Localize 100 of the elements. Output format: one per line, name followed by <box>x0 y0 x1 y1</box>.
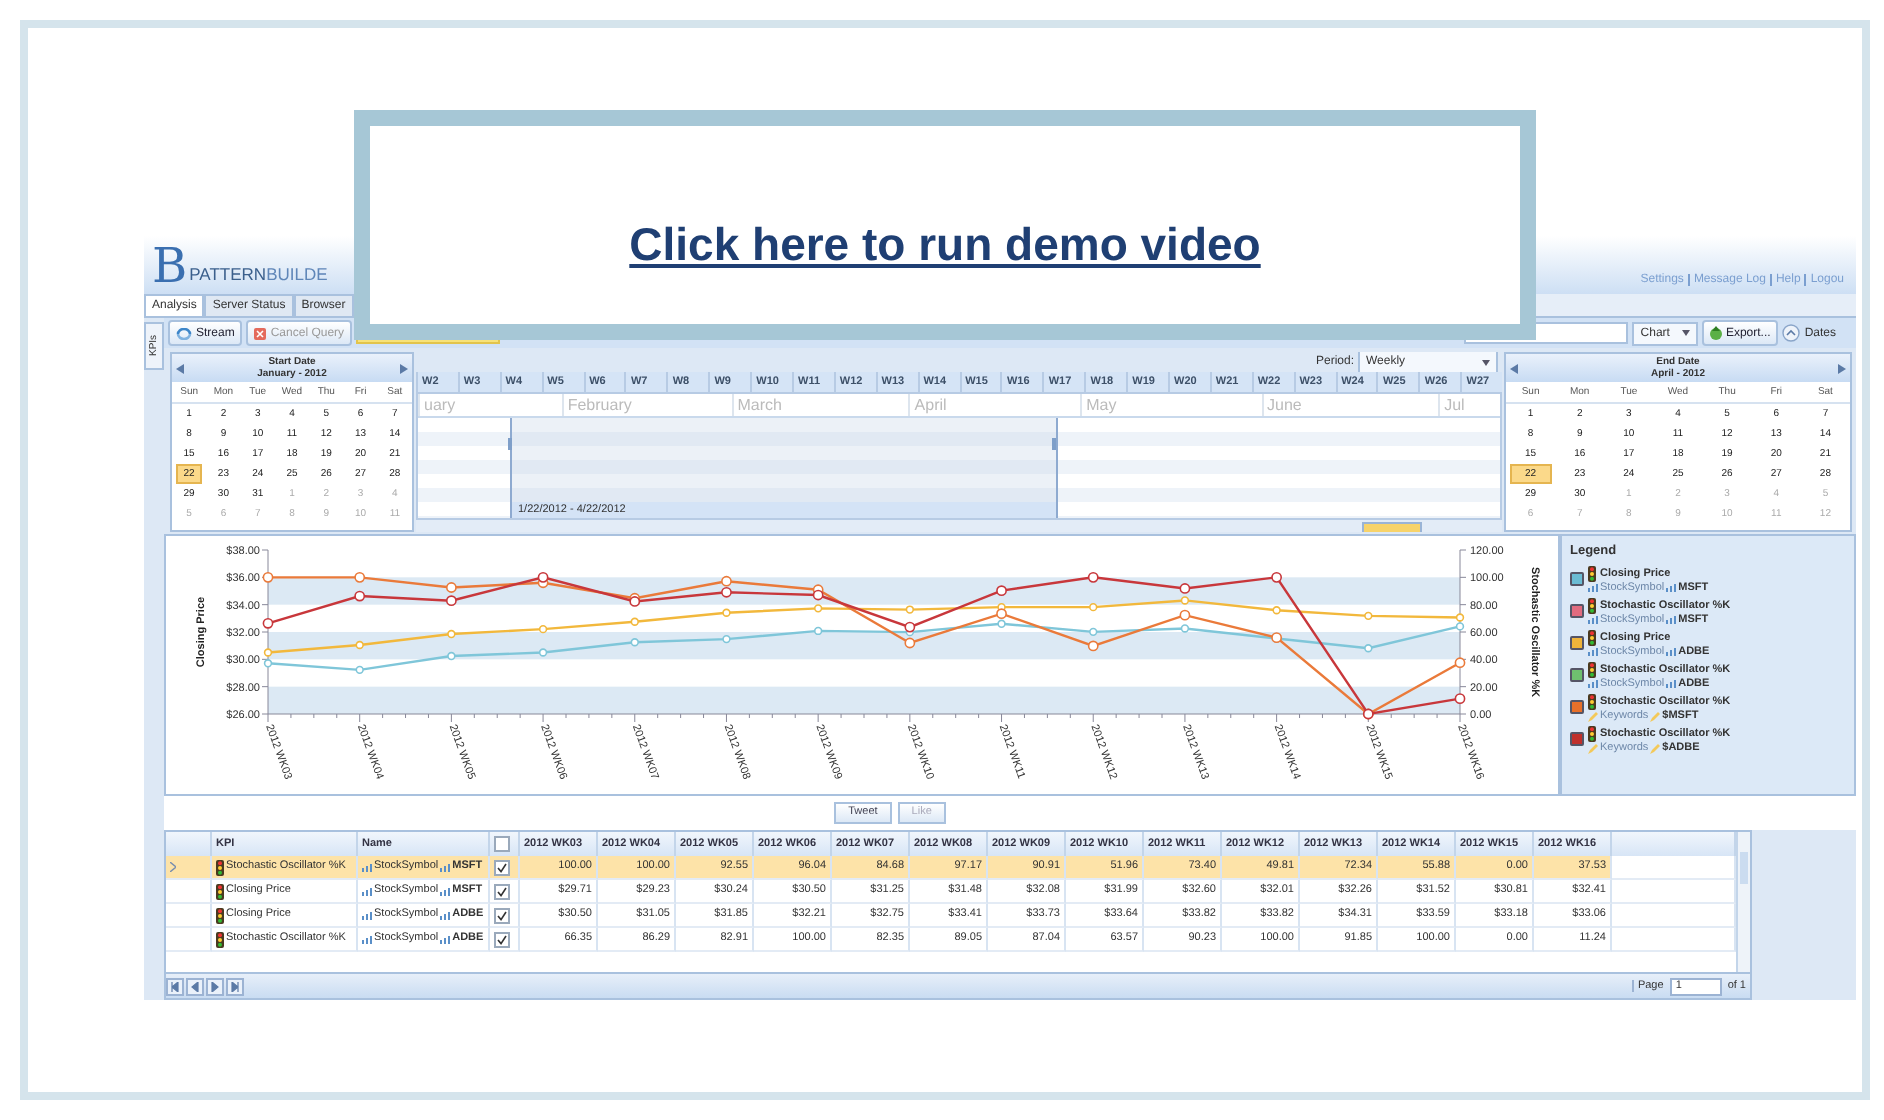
price-point <box>1180 624 1190 633</box>
last-page-icon <box>230 981 240 991</box>
range-handle[interactable] <box>1052 438 1056 450</box>
traffic-light-icon <box>216 859 224 875</box>
collapse-icon <box>1782 324 1801 342</box>
oscillator-point <box>1179 609 1191 621</box>
first-page-icon <box>170 981 180 991</box>
price-point <box>1272 606 1281 615</box>
bar-chart-icon <box>440 911 451 919</box>
price-point <box>630 617 639 626</box>
bar-chart-icon <box>362 911 372 919</box>
month-label: May <box>1080 394 1262 416</box>
price-point <box>447 651 456 661</box>
bar-chart-icon <box>1666 616 1677 624</box>
oscillator-point <box>996 585 1007 597</box>
bar-chart-icon <box>362 935 372 943</box>
previous-month-icon[interactable] <box>176 363 184 373</box>
month-label: April <box>908 394 1081 416</box>
price-point <box>538 624 548 634</box>
price-point <box>1364 644 1373 653</box>
bar-chart-icon <box>440 863 451 871</box>
oscillator-point <box>1087 640 1099 652</box>
price-point <box>722 608 731 617</box>
traffic-light-icon <box>1588 566 1596 582</box>
traffic-light-icon <box>1588 630 1596 646</box>
pencil-icon <box>1588 743 1598 753</box>
pencil-icon <box>1650 743 1661 753</box>
traffic-light-icon <box>1588 662 1596 678</box>
checkbox[interactable] <box>494 859 510 875</box>
scrollbar-thumb[interactable] <box>1362 522 1422 532</box>
checkbox[interactable] <box>494 931 510 947</box>
month-label: March <box>731 394 909 416</box>
price-point <box>1364 611 1373 621</box>
pencil-icon <box>1588 711 1598 721</box>
traffic-light-icon <box>216 931 224 947</box>
price-point <box>355 640 364 650</box>
next-month-icon[interactable] <box>400 363 408 373</box>
bar-chart-icon <box>440 935 451 943</box>
row-pointer-icon <box>170 862 176 872</box>
checkbox[interactable] <box>494 836 510 852</box>
price-point <box>997 619 1006 628</box>
pager-button[interactable] <box>226 977 244 995</box>
range-handle[interactable] <box>508 438 512 450</box>
scrollbar[interactable] <box>1736 832 1750 972</box>
bar-chart-icon <box>1666 584 1677 592</box>
price-point <box>630 638 639 647</box>
pager-button[interactable] <box>166 977 184 995</box>
month-label: February <box>561 394 732 416</box>
next-page-icon <box>210 981 220 991</box>
checkbox[interactable] <box>494 883 510 899</box>
price-point <box>905 605 915 614</box>
bar-chart-icon <box>362 887 372 895</box>
traffic-light-icon <box>216 883 224 899</box>
close-icon <box>254 327 267 339</box>
oscillator-point <box>1271 632 1282 644</box>
pencil-icon <box>1650 711 1661 721</box>
export-icon <box>1709 326 1722 340</box>
month-label: uary <box>418 394 562 416</box>
previous-month-icon[interactable] <box>1510 363 1518 373</box>
pager-button[interactable] <box>186 977 204 995</box>
oscillator-point <box>904 637 916 649</box>
logo-text: BUILDE <box>266 263 328 283</box>
column-header <box>1612 832 1736 856</box>
bar-chart-icon <box>1588 648 1598 656</box>
price-point <box>538 648 548 657</box>
oscillator-point <box>1179 583 1191 594</box>
price-point <box>813 604 823 613</box>
price-point <box>1180 596 1190 605</box>
bar-chart-icon <box>1588 616 1598 624</box>
traffic-light-icon <box>1588 726 1596 742</box>
previous-page-icon <box>190 981 200 991</box>
caret-icon <box>1681 330 1690 336</box>
bar-chart-icon <box>440 887 451 895</box>
bar-chart-icon <box>1666 648 1677 656</box>
refresh-icon <box>176 327 192 339</box>
logo-text: PATTERN <box>189 263 267 283</box>
traffic-light-icon <box>216 907 224 923</box>
oscillator-point <box>996 608 1007 620</box>
price-point <box>1089 627 1098 637</box>
month-label: Jul <box>1438 394 1500 416</box>
bar-chart-icon <box>1588 680 1598 688</box>
price-point <box>447 629 456 639</box>
bar-chart-icon <box>1588 584 1598 592</box>
checkbox[interactable] <box>494 907 510 923</box>
traffic-light-icon <box>1588 598 1596 614</box>
month-label: June <box>1261 394 1439 416</box>
demo-video-link[interactable]: Click here to run demo video <box>629 178 1261 272</box>
oscillator-point <box>904 621 916 633</box>
caret-icon <box>1482 359 1490 365</box>
bar-chart-icon <box>362 863 372 871</box>
oscillator-point <box>354 590 366 602</box>
next-month-icon[interactable] <box>1838 363 1846 373</box>
price-point <box>1089 602 1098 612</box>
price-point <box>813 626 823 636</box>
logo-mark: B <box>152 239 188 291</box>
column-header <box>166 832 212 856</box>
price-point <box>722 634 731 644</box>
pager-button[interactable] <box>206 977 224 995</box>
traffic-light-icon <box>1588 694 1596 710</box>
price-point <box>355 665 364 675</box>
